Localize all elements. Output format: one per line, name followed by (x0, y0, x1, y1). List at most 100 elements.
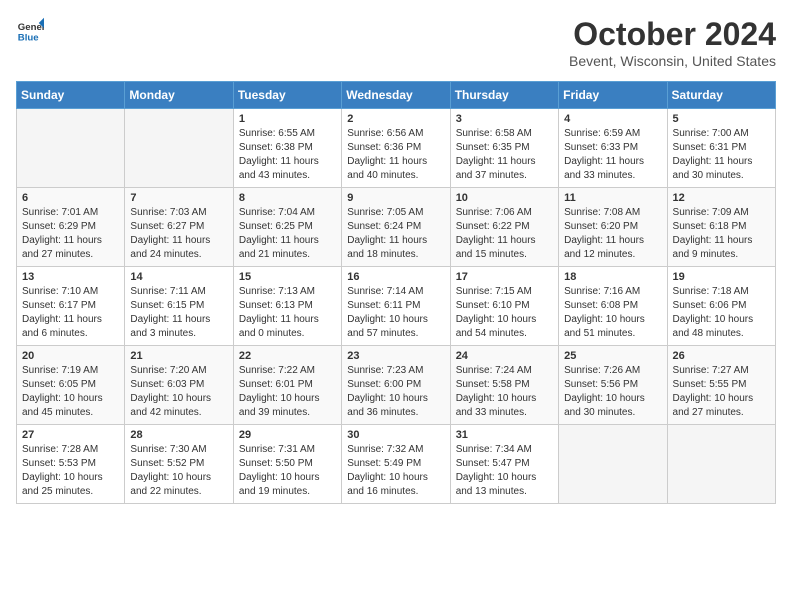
calendar-day-cell: 21Sunrise: 7:20 AM Sunset: 6:03 PM Dayli… (125, 346, 233, 425)
day-info: Sunrise: 6:58 AM Sunset: 6:35 PM Dayligh… (456, 127, 553, 183)
day-number: 9 (347, 192, 444, 204)
calendar-day-cell: 16Sunrise: 7:14 AM Sunset: 6:11 PM Dayli… (342, 267, 450, 346)
day-number: 22 (239, 350, 336, 362)
day-info: Sunrise: 7:06 AM Sunset: 6:22 PM Dayligh… (456, 206, 553, 262)
day-number: 1 (239, 113, 336, 125)
day-info: Sunrise: 7:19 AM Sunset: 6:05 PM Dayligh… (22, 364, 119, 420)
calendar-day-cell: 2 Sunrise: 6:56 AM Sunset: 6:36 PM Daylig… (342, 109, 450, 188)
day-number: 29 (239, 429, 336, 441)
calendar-day-cell: 15 Sunrise: 7:13 AM Sunset: 6:13 PM Dayli… (233, 267, 341, 346)
day-info: Sunrise: 7:31 AM Sunset: 5:50 PM Dayligh… (239, 443, 336, 499)
day-number: 28 (130, 429, 227, 441)
calendar-day-cell: 6Sunrise: 7:01 AM Sunset: 6:29 PM Daylig… (17, 188, 125, 267)
day-info: Sunrise: 7:34 AM Sunset: 5:47 PM Dayligh… (456, 443, 553, 499)
calendar-day-cell: 11 Sunrise: 7:08 AM Sunset: 6:20 PM Dayli… (559, 188, 667, 267)
day-number: 6 (22, 192, 119, 204)
day-number: 30 (347, 429, 444, 441)
day-number: 10 (456, 192, 553, 204)
day-number: 31 (456, 429, 553, 441)
day-number: 16 (347, 271, 444, 283)
day-number: 7 (130, 192, 227, 204)
calendar-day-cell: 29 Sunrise: 7:31 AM Sunset: 5:50 PM Dayli… (233, 425, 341, 504)
calendar-week-row: 20 Sunrise: 7:19 AM Sunset: 6:05 PM Dayli… (17, 346, 776, 425)
day-info: Sunrise: 7:08 AM Sunset: 6:20 PM Dayligh… (564, 206, 661, 262)
day-info: Sunrise: 7:27 AM Sunset: 5:55 PM Dayligh… (673, 364, 770, 420)
day-number: 2 (347, 113, 444, 125)
calendar-week-row: 27 Sunrise: 7:28 AM Sunset: 5:53 PM Dayli… (17, 425, 776, 504)
day-number: 4 (564, 113, 661, 125)
calendar-day-cell: 1Sunrise: 6:55 AM Sunset: 6:38 PM Daylig… (233, 109, 341, 188)
calendar-day-cell (667, 425, 775, 504)
day-number: 24 (456, 350, 553, 362)
day-number: 25 (564, 350, 661, 362)
calendar-week-row: 13 Sunrise: 7:10 AM Sunset: 6:17 PM Dayli… (17, 267, 776, 346)
day-number: 12 (673, 192, 770, 204)
calendar-day-cell (125, 109, 233, 188)
day-info: Sunrise: 7:13 AM Sunset: 6:13 PM Dayligh… (239, 285, 336, 341)
calendar-day-cell: 5 Sunrise: 7:00 AM Sunset: 6:31 PM Daylig… (667, 109, 775, 188)
day-number: 5 (673, 113, 770, 125)
calendar-day-cell: 8 Sunrise: 7:04 AM Sunset: 6:25 PM Daylig… (233, 188, 341, 267)
subtitle: Bevent, Wisconsin, United States (569, 53, 776, 69)
header-monday: Monday (125, 82, 233, 109)
logo-icon: General Blue (16, 16, 44, 44)
calendar-day-cell: 9 Sunrise: 7:05 AM Sunset: 6:24 PM Daylig… (342, 188, 450, 267)
calendar-day-cell: 28Sunrise: 7:30 AM Sunset: 5:52 PM Dayli… (125, 425, 233, 504)
day-number: 26 (673, 350, 770, 362)
day-number: 27 (22, 429, 119, 441)
day-number: 23 (347, 350, 444, 362)
day-info: Sunrise: 6:56 AM Sunset: 6:36 PM Dayligh… (347, 127, 444, 183)
day-info: Sunrise: 7:20 AM Sunset: 6:03 PM Dayligh… (130, 364, 227, 420)
day-info: Sunrise: 7:04 AM Sunset: 6:25 PM Dayligh… (239, 206, 336, 262)
calendar-day-cell: 18 Sunrise: 7:16 AM Sunset: 6:08 PM Dayli… (559, 267, 667, 346)
day-info: Sunrise: 7:28 AM Sunset: 5:53 PM Dayligh… (22, 443, 119, 499)
calendar-day-cell: 17 Sunrise: 7:15 AM Sunset: 6:10 PM Dayli… (450, 267, 558, 346)
header-sunday: Sunday (17, 82, 125, 109)
day-number: 14 (130, 271, 227, 283)
day-info: Sunrise: 7:15 AM Sunset: 6:10 PM Dayligh… (456, 285, 553, 341)
day-info: Sunrise: 7:03 AM Sunset: 6:27 PM Dayligh… (130, 206, 227, 262)
calendar-day-cell: 10 Sunrise: 7:06 AM Sunset: 6:22 PM Dayli… (450, 188, 558, 267)
day-info: Sunrise: 7:32 AM Sunset: 5:49 PM Dayligh… (347, 443, 444, 499)
day-info: Sunrise: 7:16 AM Sunset: 6:08 PM Dayligh… (564, 285, 661, 341)
calendar-day-cell: 19Sunrise: 7:18 AM Sunset: 6:06 PM Dayli… (667, 267, 775, 346)
day-number: 13 (22, 271, 119, 283)
header-friday: Friday (559, 82, 667, 109)
calendar-day-cell: 30 Sunrise: 7:32 AM Sunset: 5:49 PM Dayli… (342, 425, 450, 504)
calendar-day-cell: 22 Sunrise: 7:22 AM Sunset: 6:01 PM Dayli… (233, 346, 341, 425)
calendar-table: Sunday Monday Tuesday Wednesday Thursday… (16, 81, 776, 504)
day-number: 17 (456, 271, 553, 283)
day-number: 11 (564, 192, 661, 204)
day-info: Sunrise: 7:05 AM Sunset: 6:24 PM Dayligh… (347, 206, 444, 262)
calendar-day-cell (559, 425, 667, 504)
title-block: October 2024 Bevent, Wisconsin, United S… (569, 16, 776, 69)
day-info: Sunrise: 7:00 AM Sunset: 6:31 PM Dayligh… (673, 127, 770, 183)
day-info: Sunrise: 7:23 AM Sunset: 6:00 PM Dayligh… (347, 364, 444, 420)
main-title: October 2024 (569, 16, 776, 53)
logo: General Blue (16, 16, 44, 44)
day-info: Sunrise: 7:18 AM Sunset: 6:06 PM Dayligh… (673, 285, 770, 341)
calendar-day-cell: 26 Sunrise: 7:27 AM Sunset: 5:55 PM Dayli… (667, 346, 775, 425)
calendar-day-cell (17, 109, 125, 188)
calendar-day-cell: 31 Sunrise: 7:34 AM Sunset: 5:47 PM Dayli… (450, 425, 558, 504)
day-number: 20 (22, 350, 119, 362)
calendar-day-cell: 25Sunrise: 7:26 AM Sunset: 5:56 PM Dayli… (559, 346, 667, 425)
calendar-day-cell: 7 Sunrise: 7:03 AM Sunset: 6:27 PM Daylig… (125, 188, 233, 267)
svg-text:Blue: Blue (18, 33, 39, 44)
header-saturday: Saturday (667, 82, 775, 109)
day-number: 3 (456, 113, 553, 125)
page-header: General Blue October 2024 Bevent, Wiscon… (16, 16, 776, 69)
day-info: Sunrise: 6:59 AM Sunset: 6:33 PM Dayligh… (564, 127, 661, 183)
day-info: Sunrise: 7:10 AM Sunset: 6:17 PM Dayligh… (22, 285, 119, 341)
day-info: Sunrise: 7:22 AM Sunset: 6:01 PM Dayligh… (239, 364, 336, 420)
day-number: 18 (564, 271, 661, 283)
calendar-day-cell: 27 Sunrise: 7:28 AM Sunset: 5:53 PM Dayli… (17, 425, 125, 504)
calendar-day-cell: 4 Sunrise: 6:59 AM Sunset: 6:33 PM Daylig… (559, 109, 667, 188)
calendar-day-cell: 20 Sunrise: 7:19 AM Sunset: 6:05 PM Dayli… (17, 346, 125, 425)
calendar-day-cell: 14Sunrise: 7:11 AM Sunset: 6:15 PM Dayli… (125, 267, 233, 346)
calendar-day-cell: 13 Sunrise: 7:10 AM Sunset: 6:17 PM Dayli… (17, 267, 125, 346)
calendar-day-cell: 23 Sunrise: 7:23 AM Sunset: 6:00 PM Dayli… (342, 346, 450, 425)
day-number: 8 (239, 192, 336, 204)
day-number: 15 (239, 271, 336, 283)
calendar-day-cell: 24Sunrise: 7:24 AM Sunset: 5:58 PM Dayli… (450, 346, 558, 425)
